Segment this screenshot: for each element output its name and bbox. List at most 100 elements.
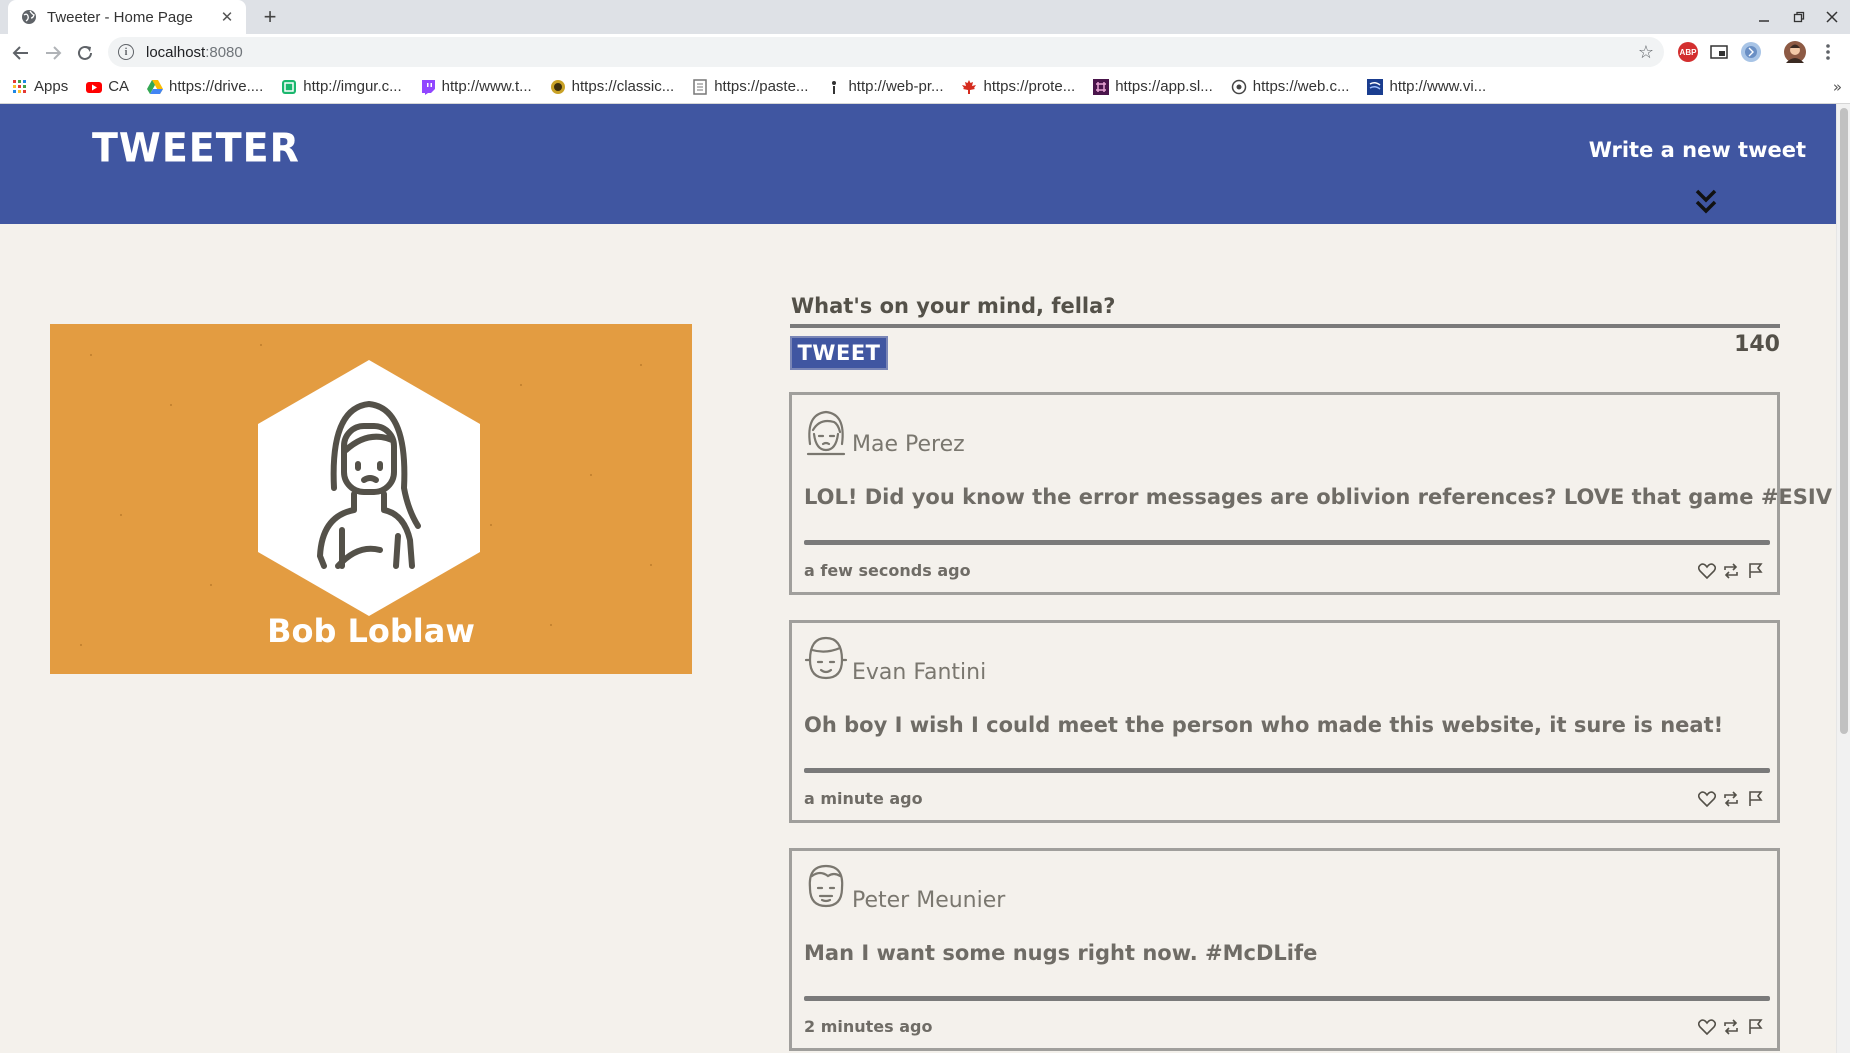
retweet-icon[interactable] [1721,1017,1741,1037]
bookmark-web-pr[interactable]: http://web-pr... [826,78,943,95]
url-port: :8080 [205,43,243,61]
profile-avatar-icon[interactable] [1784,41,1806,63]
adblock-icon[interactable]: ABP [1678,42,1698,62]
youtube-icon [86,79,103,95]
tweet-author[interactable]: Evan Fantini [852,660,986,685]
bookmark-twitch[interactable]: http://www.t... [420,78,532,95]
tweet-author[interactable]: Mae Perez [852,432,965,457]
bookmark-label: Apps [34,78,69,95]
new-tab-button[interactable]: + [258,4,282,29]
tweet-textarea[interactable]: What's on your mind, fella? [790,290,1780,322]
tweet-text: Man I want some nugs right now. #McDLife [804,941,1318,965]
web-circle-icon [1231,79,1247,95]
browser-tab[interactable]: Tweeter - Home Page ✕ [8,0,246,34]
bookmark-label: https://drive.... [169,78,264,95]
bookmark-label: https://classic... [571,78,675,95]
tab-title: Tweeter - Home Page [47,8,193,26]
site-logo[interactable]: TWEETER [92,125,300,171]
page-scrollbar[interactable] [1836,104,1850,1053]
user-avatar-icon [804,406,848,456]
bookmark-vi[interactable]: http://www.vi... [1367,78,1486,95]
close-window-icon[interactable] [1820,6,1844,28]
bookmark-star-icon[interactable]: ☆ [1638,42,1654,63]
reload-icon[interactable] [73,41,97,65]
bookmarks-overflow-icon[interactable]: » [1833,78,1842,96]
tweet-divider [804,768,1770,773]
bookmark-paste[interactable]: https://paste... [692,78,808,95]
bookmark-classic[interactable]: https://classic... [550,78,675,95]
bookmark-apps[interactable]: Apps [12,78,68,95]
back-arrow-icon[interactable] [9,41,33,65]
heart-icon[interactable] [1697,1017,1717,1037]
character-counter: 140 [1734,332,1780,357]
imgur-icon [281,79,297,95]
tweet-card: Evan Fantini Oh boy I wish I could meet … [789,620,1780,823]
tweet-divider [804,540,1770,545]
flag-icon[interactable] [1745,1017,1765,1037]
maple-leaf-icon [961,79,977,95]
profile-name: Bob Loblaw [267,612,475,650]
scrollbar-thumb[interactable] [1840,108,1848,734]
write-new-tweet-link[interactable]: Write a new tweet [1589,138,1806,162]
user-avatar-icon [804,634,848,684]
flag-icon[interactable] [1745,789,1765,809]
minimize-icon[interactable] [1752,6,1776,28]
bookmark-ca[interactable]: CA [86,78,129,95]
bookmark-label: http://imgur.c... [303,78,402,95]
tab-strip: Tweeter - Home Page ✕ + [0,0,1850,34]
flag-icon[interactable] [1745,561,1765,581]
tweet-card: Peter Meunier Man I want some nugs right… [789,848,1780,1051]
bookmark-drive[interactable]: https://drive.... [147,78,263,95]
page-viewport: TWEETER Write a new tweet Bob Loblaw Wha… [0,104,1836,1053]
tweet-author[interactable]: Peter Meunier [852,888,1005,913]
retweet-icon[interactable] [1721,789,1741,809]
tweet-composer: What's on your mind, fella? TWEET 140 [790,290,1780,370]
heart-icon[interactable] [1697,789,1717,809]
double-chevron-down-icon[interactable] [1693,188,1719,216]
bookmark-label: https://app.sl... [1115,78,1213,95]
tweet-actions [1697,561,1765,581]
browser-menu-icon[interactable] [1818,42,1838,62]
bookmark-imgur[interactable]: http://imgur.c... [281,78,402,95]
address-bar[interactable]: i localhost:8080 ☆ [108,37,1664,67]
browser-toolbar: i localhost:8080 ☆ ABP [0,34,1850,70]
profile-avatar [258,360,480,616]
bookmark-web-c[interactable]: https://web.c... [1231,78,1350,95]
bookmark-slack[interactable]: https://app.sl... [1093,78,1213,95]
extension-icon[interactable] [1741,42,1761,62]
google-drive-icon [147,79,164,95]
forward-arrow-icon[interactable] [41,41,65,65]
site-info-icon[interactable]: i [118,44,134,60]
cast-icon[interactable] [1709,42,1729,62]
close-tab-icon[interactable]: ✕ [218,8,236,26]
apps-grid-icon [12,79,28,95]
composer-underline [790,324,1780,328]
bookmark-label: CA [108,78,130,95]
bookmark-label: https://web.c... [1252,78,1350,95]
bookmark-label: https://prote... [983,78,1076,95]
bookmark-label: http://www.t... [441,78,532,95]
user-avatar-icon [804,862,848,912]
restore-icon[interactable] [1787,6,1811,28]
tweet-timestamp: a few seconds ago [804,561,971,580]
tweet-timestamp: a minute ago [804,789,923,808]
bookmarks-bar: Apps CA https://drive.... http://imgur.c… [0,70,1850,104]
heart-icon[interactable] [1697,561,1717,581]
bookmark-label: http://www.vi... [1389,78,1487,95]
tweet-text: Oh boy I wish I could meet the person wh… [804,713,1724,737]
tweet-actions [1697,789,1765,809]
tweet-divider [804,996,1770,1001]
twitch-icon [420,79,436,95]
tweet-button[interactable]: TWEET [790,336,888,370]
vimeo-icon [1367,78,1384,95]
web-project-icon [826,79,842,95]
profile-card: Bob Loblaw [50,324,692,674]
tweet-actions [1697,1017,1765,1037]
bookmark-prote[interactable]: https://prote... [961,78,1075,95]
tweet-card: Mae Perez LOL! Did you know the error me… [789,392,1832,595]
bookmark-label: https://paste... [714,78,809,95]
retweet-icon[interactable] [1721,561,1741,581]
classic-site-icon [550,79,566,95]
tweet-text: LOL! Did you know the error messages are… [804,485,1832,509]
slack-icon [1093,78,1110,95]
